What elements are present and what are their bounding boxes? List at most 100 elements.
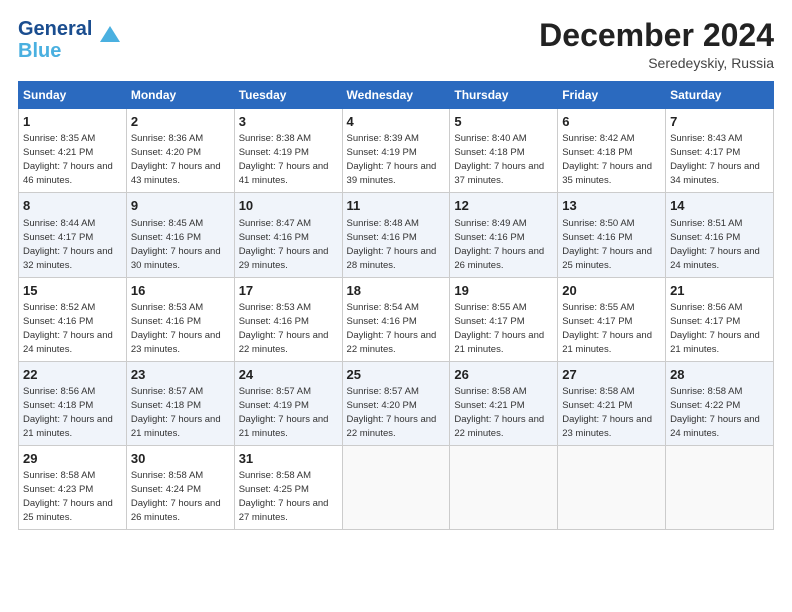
day-info: Sunrise: 8:58 AMSunset: 4:21 PMDaylight:… <box>454 386 544 439</box>
calendar-cell: 26 Sunrise: 8:58 AMSunset: 4:21 PMDayligh… <box>450 361 558 445</box>
calendar-cell: 29 Sunrise: 8:58 AMSunset: 4:23 PMDayligh… <box>19 445 127 529</box>
day-number: 17 <box>239 282 338 300</box>
day-info: Sunrise: 8:44 AMSunset: 4:17 PMDaylight:… <box>23 218 113 271</box>
day-number: 7 <box>670 113 769 131</box>
calendar-cell: 20Sunrise: 8:55 AMSunset: 4:17 PMDayligh… <box>558 277 666 361</box>
calendar-cell: 30 Sunrise: 8:58 AMSunset: 4:24 PMDayligh… <box>126 445 234 529</box>
calendar-cell: 4 Sunrise: 8:39 AMSunset: 4:19 PMDaylight… <box>342 109 450 193</box>
calendar-cell: 17 Sunrise: 8:53 AMSunset: 4:16 PMDayligh… <box>234 277 342 361</box>
day-number: 28 <box>670 366 769 384</box>
calendar-cell: 23 Sunrise: 8:57 AMSunset: 4:18 PMDayligh… <box>126 361 234 445</box>
week-row-5: 29 Sunrise: 8:58 AMSunset: 4:23 PMDayligh… <box>19 445 774 529</box>
day-info: Sunrise: 8:36 AMSunset: 4:20 PMDaylight:… <box>131 133 221 186</box>
calendar-cell: 16Sunrise: 8:53 AMSunset: 4:16 PMDayligh… <box>126 277 234 361</box>
page: General Blue December 2024 Seredeyskiy, … <box>0 0 792 540</box>
day-number: 29 <box>23 450 122 468</box>
day-info: Sunrise: 8:35 AMSunset: 4:21 PMDaylight:… <box>23 133 113 186</box>
calendar-cell: 2 Sunrise: 8:36 AMSunset: 4:20 PMDaylight… <box>126 109 234 193</box>
calendar-cell: 14 Sunrise: 8:51 AMSunset: 4:16 PMDayligh… <box>666 193 774 277</box>
day-info: Sunrise: 8:53 AMSunset: 4:16 PMDaylight:… <box>239 302 329 355</box>
day-number: 31 <box>239 450 338 468</box>
col-saturday: Saturday <box>666 82 774 109</box>
location: Seredeyskiy, Russia <box>539 55 774 71</box>
day-number: 18 <box>347 282 446 300</box>
col-sunday: Sunday <box>19 82 127 109</box>
calendar-cell: 8Sunrise: 8:44 AMSunset: 4:17 PMDaylight… <box>19 193 127 277</box>
day-info: Sunrise: 8:50 AMSunset: 4:16 PMDaylight:… <box>562 218 652 271</box>
day-number: 19 <box>454 282 553 300</box>
day-number: 26 <box>454 366 553 384</box>
day-number: 11 <box>347 197 446 215</box>
calendar-cell <box>450 445 558 529</box>
calendar-cell: 7 Sunrise: 8:43 AMSunset: 4:17 PMDaylight… <box>666 109 774 193</box>
calendar-cell: 15Sunrise: 8:52 AMSunset: 4:16 PMDayligh… <box>19 277 127 361</box>
day-number: 1 <box>23 113 122 131</box>
day-info: Sunrise: 8:57 AMSunset: 4:18 PMDaylight:… <box>131 386 221 439</box>
calendar-cell: 10 Sunrise: 8:47 AMSunset: 4:16 PMDayligh… <box>234 193 342 277</box>
day-info: Sunrise: 8:56 AMSunset: 4:18 PMDaylight:… <box>23 386 113 439</box>
calendar-cell: 28 Sunrise: 8:58 AMSunset: 4:22 PMDayligh… <box>666 361 774 445</box>
week-row-1: 1 Sunrise: 8:35 AMSunset: 4:21 PMDaylight… <box>19 109 774 193</box>
day-number: 5 <box>454 113 553 131</box>
day-number: 9 <box>131 197 230 215</box>
day-number: 22 <box>23 366 122 384</box>
calendar-cell <box>666 445 774 529</box>
calendar-cell <box>342 445 450 529</box>
calendar-cell: 13 Sunrise: 8:50 AMSunset: 4:16 PMDayligh… <box>558 193 666 277</box>
day-info: Sunrise: 8:40 AMSunset: 4:18 PMDaylight:… <box>454 133 544 186</box>
day-number: 25 <box>347 366 446 384</box>
calendar-cell: 18 Sunrise: 8:54 AMSunset: 4:16 PMDayligh… <box>342 277 450 361</box>
header: General Blue December 2024 Seredeyskiy, … <box>18 18 774 71</box>
logo-text: General Blue <box>18 18 92 62</box>
day-number: 23 <box>131 366 230 384</box>
day-number: 10 <box>239 197 338 215</box>
week-row-3: 15Sunrise: 8:52 AMSunset: 4:16 PMDayligh… <box>19 277 774 361</box>
day-info: Sunrise: 8:58 AMSunset: 4:22 PMDaylight:… <box>670 386 760 439</box>
day-number: 30 <box>131 450 230 468</box>
day-info: Sunrise: 8:39 AMSunset: 4:19 PMDaylight:… <box>347 133 437 186</box>
day-number: 2 <box>131 113 230 131</box>
calendar-cell: 19Sunrise: 8:55 AMSunset: 4:17 PMDayligh… <box>450 277 558 361</box>
day-info: Sunrise: 8:52 AMSunset: 4:16 PMDaylight:… <box>23 302 113 355</box>
day-number: 24 <box>239 366 338 384</box>
day-info: Sunrise: 8:51 AMSunset: 4:16 PMDaylight:… <box>670 218 760 271</box>
day-info: Sunrise: 8:38 AMSunset: 4:19 PMDaylight:… <box>239 133 329 186</box>
day-number: 14 <box>670 197 769 215</box>
calendar-cell: 31 Sunrise: 8:58 AMSunset: 4:25 PMDayligh… <box>234 445 342 529</box>
day-number: 4 <box>347 113 446 131</box>
day-number: 3 <box>239 113 338 131</box>
day-info: Sunrise: 8:47 AMSunset: 4:16 PMDaylight:… <box>239 218 329 271</box>
day-info: Sunrise: 8:56 AMSunset: 4:17 PMDaylight:… <box>670 302 760 355</box>
logo-icon <box>96 22 124 50</box>
day-info: Sunrise: 8:58 AMSunset: 4:24 PMDaylight:… <box>131 470 221 523</box>
day-number: 6 <box>562 113 661 131</box>
day-number: 27 <box>562 366 661 384</box>
calendar-cell: 6Sunrise: 8:42 AMSunset: 4:18 PMDaylight… <box>558 109 666 193</box>
title-block: December 2024 Seredeyskiy, Russia <box>539 18 774 71</box>
calendar-cell: 3 Sunrise: 8:38 AMSunset: 4:19 PMDaylight… <box>234 109 342 193</box>
day-info: Sunrise: 8:58 AMSunset: 4:21 PMDaylight:… <box>562 386 652 439</box>
day-info: Sunrise: 8:57 AMSunset: 4:19 PMDaylight:… <box>239 386 329 439</box>
calendar-cell: 12Sunrise: 8:49 AMSunset: 4:16 PMDayligh… <box>450 193 558 277</box>
day-info: Sunrise: 8:48 AMSunset: 4:16 PMDaylight:… <box>347 218 437 271</box>
day-info: Sunrise: 8:58 AMSunset: 4:25 PMDaylight:… <box>239 470 329 523</box>
day-info: Sunrise: 8:43 AMSunset: 4:17 PMDaylight:… <box>670 133 760 186</box>
calendar-cell: 24 Sunrise: 8:57 AMSunset: 4:19 PMDayligh… <box>234 361 342 445</box>
col-friday: Friday <box>558 82 666 109</box>
calendar-cell: 21Sunrise: 8:56 AMSunset: 4:17 PMDayligh… <box>666 277 774 361</box>
day-info: Sunrise: 8:54 AMSunset: 4:16 PMDaylight:… <box>347 302 437 355</box>
month-title: December 2024 <box>539 18 774 53</box>
calendar-cell: 9Sunrise: 8:45 AMSunset: 4:16 PMDaylight… <box>126 193 234 277</box>
calendar-cell: 25Sunrise: 8:57 AMSunset: 4:20 PMDayligh… <box>342 361 450 445</box>
header-row: Sunday Monday Tuesday Wednesday Thursday… <box>19 82 774 109</box>
day-info: Sunrise: 8:53 AMSunset: 4:16 PMDaylight:… <box>131 302 221 355</box>
day-info: Sunrise: 8:58 AMSunset: 4:23 PMDaylight:… <box>23 470 113 523</box>
day-number: 20 <box>562 282 661 300</box>
calendar-table: Sunday Monday Tuesday Wednesday Thursday… <box>18 81 774 530</box>
day-info: Sunrise: 8:49 AMSunset: 4:16 PMDaylight:… <box>454 218 544 271</box>
day-number: 13 <box>562 197 661 215</box>
calendar-cell: 11 Sunrise: 8:48 AMSunset: 4:16 PMDayligh… <box>342 193 450 277</box>
logo: General Blue <box>18 18 124 62</box>
calendar-cell: 5 Sunrise: 8:40 AMSunset: 4:18 PMDaylight… <box>450 109 558 193</box>
week-row-2: 8Sunrise: 8:44 AMSunset: 4:17 PMDaylight… <box>19 193 774 277</box>
